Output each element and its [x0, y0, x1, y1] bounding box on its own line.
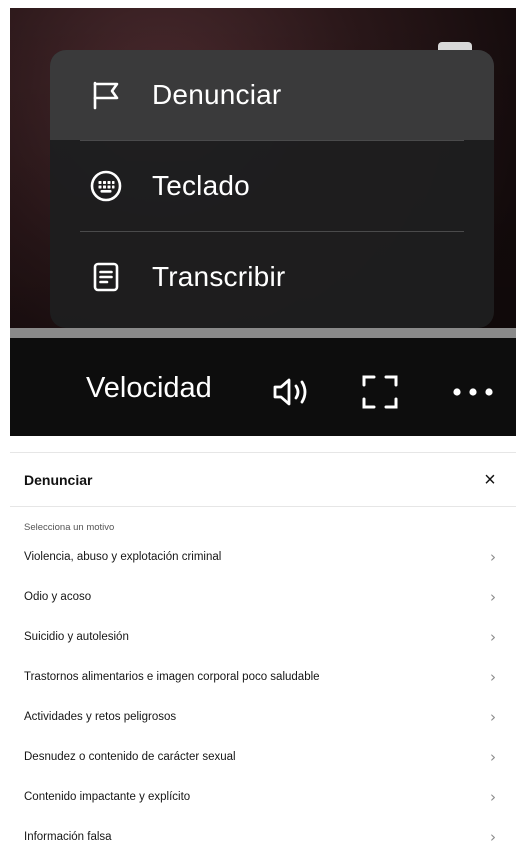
- chevron-right-icon: ›: [490, 748, 496, 766]
- volume-icon[interactable]: [272, 374, 312, 410]
- report-sheet: Denunciar × Selecciona un motivo Violenc…: [10, 452, 516, 846]
- video-player[interactable]: Denunciar Teclado Transcribir Velocidad: [10, 8, 516, 436]
- report-reason-item[interactable]: Trastornos alimentarios e imagen corpora…: [10, 657, 516, 697]
- report-reason-item[interactable]: Información falsa ›: [10, 817, 516, 857]
- menu-item-label: Teclado: [152, 170, 250, 201]
- chevron-right-icon: ›: [490, 628, 496, 646]
- menu-item-report[interactable]: Denunciar: [50, 50, 494, 140]
- chevron-right-icon: ›: [490, 828, 496, 846]
- flag-icon: [88, 77, 124, 113]
- report-sheet-title: Denunciar: [24, 471, 93, 488]
- menu-item-label: Transcribir: [152, 261, 286, 292]
- menu-item-transcribe[interactable]: Transcribir: [50, 232, 494, 322]
- player-options-menu: Denunciar Teclado Transcribir: [50, 50, 494, 328]
- chevron-right-icon: ›: [490, 788, 496, 806]
- menu-item-label: Denunciar: [152, 79, 282, 110]
- report-sheet-header: Denunciar ×: [10, 453, 516, 507]
- transcript-icon: [88, 259, 124, 295]
- report-reason-label: Trastornos alimentarios e imagen corpora…: [24, 671, 320, 683]
- close-icon[interactable]: ×: [478, 470, 502, 490]
- keyboard-icon: [88, 168, 124, 204]
- report-reason-label: Suicidio y autolesión: [24, 631, 129, 643]
- progress-bar[interactable]: [10, 328, 516, 338]
- speed-button[interactable]: Velocidad: [86, 372, 212, 405]
- chevron-right-icon: ›: [490, 548, 496, 566]
- chevron-right-icon: ›: [490, 668, 496, 686]
- report-reason-item[interactable]: Suicidio y autolesión ›: [10, 617, 516, 657]
- report-reason-label: Actividades y retos peligrosos: [24, 711, 177, 723]
- report-reason-item[interactable]: Violencia, abuso y explotación criminal …: [10, 537, 516, 577]
- report-reason-item[interactable]: Odio y acoso ›: [10, 577, 516, 617]
- more-icon[interactable]: [450, 374, 496, 410]
- report-sheet-subtitle: Selecciona un motivo: [24, 522, 115, 533]
- fullscreen-icon[interactable]: [360, 374, 400, 410]
- menu-item-keyboard[interactable]: Teclado: [50, 141, 494, 231]
- player-controls-bar: Velocidad: [10, 338, 516, 436]
- report-reason-label: Información falsa: [24, 831, 112, 843]
- chevron-right-icon: ›: [490, 708, 496, 726]
- report-reason-label: Desnudez o contenido de carácter sexual: [24, 751, 236, 763]
- report-reason-label: Contenido impactante y explícito: [24, 791, 191, 803]
- report-reason-item[interactable]: Contenido impactante y explícito ›: [10, 777, 516, 817]
- chevron-right-icon: ›: [490, 588, 496, 606]
- report-reason-label: Odio y acoso: [24, 591, 92, 603]
- report-reason-label: Violencia, abuso y explotación criminal: [24, 551, 222, 563]
- report-reason-item[interactable]: Desnudez o contenido de carácter sexual …: [10, 737, 516, 777]
- report-reason-item[interactable]: Actividades y retos peligrosos ›: [10, 697, 516, 737]
